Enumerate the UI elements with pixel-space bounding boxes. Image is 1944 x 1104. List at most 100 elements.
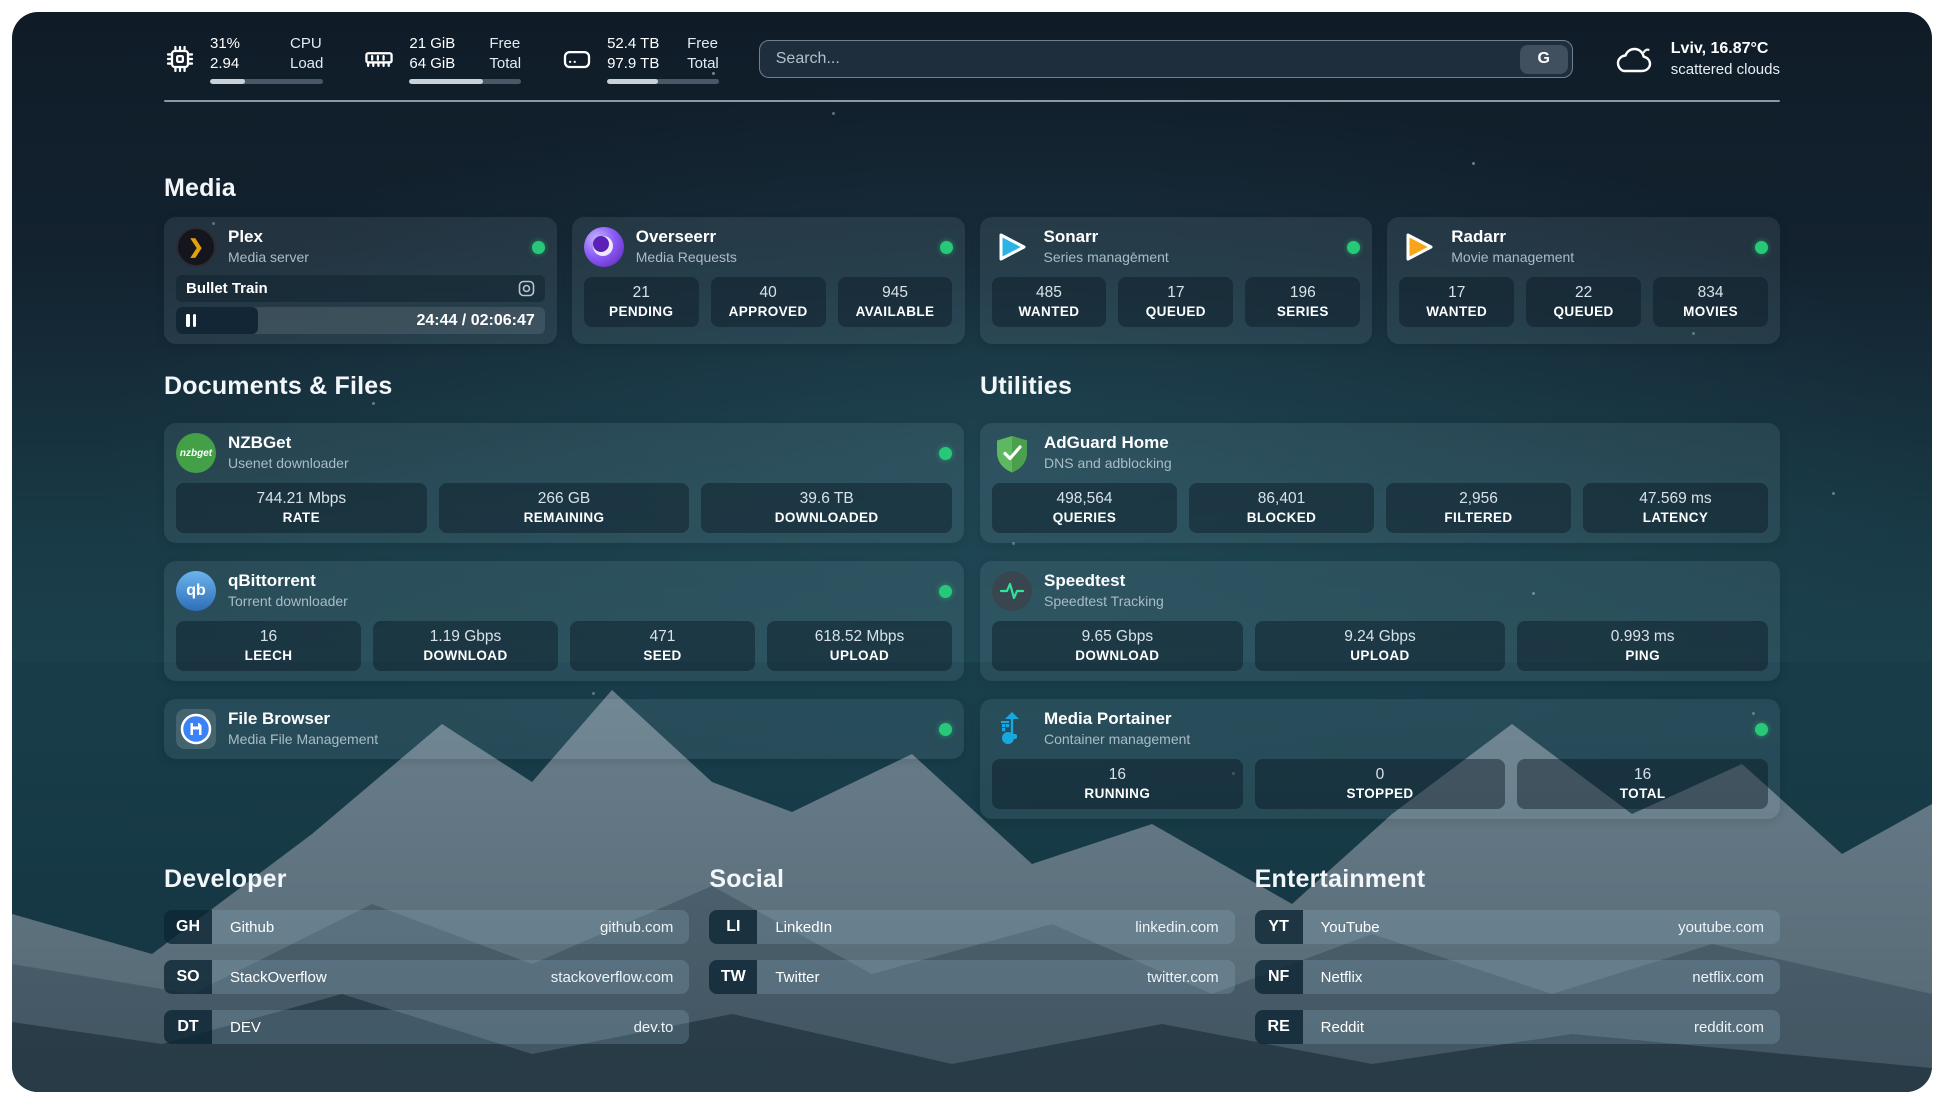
card-overseerr[interactable]: Overseerr Media Requests 21PENDING 40APP… bbox=[572, 217, 965, 344]
card-title: Overseerr bbox=[636, 227, 928, 247]
link-url: dev.to bbox=[634, 1019, 674, 1036]
link-name: Netflix bbox=[1321, 969, 1363, 986]
card-title: Radarr bbox=[1451, 227, 1743, 247]
link-name: StackOverflow bbox=[230, 969, 327, 986]
stat-box: 1.19 GbpsDOWNLOAD bbox=[373, 621, 558, 671]
playback-played-segment bbox=[176, 307, 258, 334]
ram-free-value: 21 GiB bbox=[409, 34, 465, 54]
card-subtitle: Speedtest Tracking bbox=[1044, 591, 1768, 611]
dashboard-window: 31% 2.94 CPU Load bbox=[12, 12, 1932, 1092]
link-abbr: RE bbox=[1255, 1010, 1303, 1044]
link-abbr: YT bbox=[1255, 910, 1303, 944]
link-name: DEV bbox=[230, 1019, 261, 1036]
stat-box: 266 GBREMAINING bbox=[439, 483, 690, 533]
weather-widget: Lviv, 16.87°C scattered clouds bbox=[1613, 38, 1780, 80]
utilities-column: Utilities bbox=[980, 372, 1780, 819]
card-subtitle: Container management bbox=[1044, 729, 1743, 749]
ram-stat: 21 GiB 64 GiB Free Total bbox=[363, 34, 521, 84]
link-reddit[interactable]: RE Redditreddit.com bbox=[1255, 1010, 1780, 1044]
stat-box: 86,401BLOCKED bbox=[1189, 483, 1374, 533]
link-name: Github bbox=[230, 919, 274, 936]
section-heading-media: Media bbox=[164, 174, 1780, 203]
link-stackoverflow[interactable]: SO StackOverflowstackoverflow.com bbox=[164, 960, 689, 994]
card-qbittorrent[interactable]: qb qBittorrent Torrent downloader 16LEEC… bbox=[164, 561, 964, 681]
playback-progress-bar[interactable]: 24:44 / 02:06:47 bbox=[176, 307, 545, 334]
card-radarr[interactable]: Radarr Movie management 17WANTED 22QUEUE… bbox=[1387, 217, 1780, 344]
stat-box: 834MOVIES bbox=[1653, 277, 1768, 327]
link-name: LinkedIn bbox=[775, 919, 832, 936]
card-speedtest[interactable]: Speedtest Speedtest Tracking 9.65 GbpsDO… bbox=[980, 561, 1780, 681]
status-dot bbox=[532, 241, 545, 254]
card-filebrowser[interactable]: File Browser Media File Management bbox=[164, 699, 964, 759]
stat-box: 17QUEUED bbox=[1118, 277, 1233, 327]
qbittorrent-icon: qb bbox=[176, 571, 216, 611]
stat-box: 16TOTAL bbox=[1517, 759, 1768, 809]
ram-progress-bar bbox=[409, 79, 521, 84]
link-youtube[interactable]: YT YouTube youtube.com bbox=[1255, 910, 1780, 944]
stat-box: 196SERIES bbox=[1245, 277, 1360, 327]
link-github[interactable]: GH Githubgithub.com bbox=[164, 910, 689, 944]
card-plex[interactable]: ❯ Plex Media server Bullet Train bbox=[164, 217, 557, 344]
stat-box: 21PENDING bbox=[584, 277, 699, 327]
card-subtitle: Usenet downloader bbox=[228, 453, 927, 473]
card-subtitle: Series management bbox=[1044, 247, 1336, 267]
link-twitter[interactable]: TW Twittertwitter.com bbox=[709, 960, 1234, 994]
link-dev[interactable]: DT DEV dev.to bbox=[164, 1010, 689, 1044]
ram-free-label: Free bbox=[489, 34, 521, 54]
link-linkedin[interactable]: LI LinkedInlinkedin.com bbox=[709, 910, 1234, 944]
card-title: Plex bbox=[228, 227, 520, 247]
status-dot bbox=[939, 447, 952, 460]
card-subtitle: Movie management bbox=[1451, 247, 1743, 267]
links-social: Social LI LinkedInlinkedin.com TW Twitte… bbox=[709, 865, 1234, 1044]
overseerr-icon bbox=[584, 227, 624, 267]
media-card-grid: ❯ Plex Media server Bullet Train bbox=[164, 217, 1780, 344]
stat-box: 22QUEUED bbox=[1526, 277, 1641, 327]
pause-icon[interactable] bbox=[186, 314, 196, 327]
link-url: youtube.com bbox=[1678, 919, 1764, 936]
card-portainer[interactable]: Media Portainer Container management 16R… bbox=[980, 699, 1780, 819]
card-sonarr[interactable]: Sonarr Series management 485WANTED 17QUE… bbox=[980, 217, 1373, 344]
status-dot bbox=[939, 723, 952, 736]
nzbget-icon: nzbget bbox=[176, 433, 216, 473]
section-heading-utilities: Utilities bbox=[980, 372, 1780, 401]
disk-stat: 52.4 TB 97.9 TB Free Total bbox=[561, 34, 719, 84]
cpu-load-label: Load bbox=[290, 54, 323, 74]
link-name: YouTube bbox=[1321, 919, 1380, 936]
card-title: Media Portainer bbox=[1044, 709, 1743, 729]
stat-box: 16LEECH bbox=[176, 621, 361, 671]
stat-box: 744.21 MbpsRATE bbox=[176, 483, 427, 533]
cpu-load-value: 2.94 bbox=[210, 54, 266, 74]
status-dot bbox=[1755, 723, 1768, 736]
search-engine-button[interactable]: G bbox=[1520, 45, 1568, 74]
link-url: reddit.com bbox=[1694, 1019, 1764, 1036]
section-heading-developer: Developer bbox=[164, 865, 689, 894]
status-dot bbox=[1755, 241, 1768, 254]
link-abbr: DT bbox=[164, 1010, 212, 1044]
stat-box: 39.6 TBDOWNLOADED bbox=[701, 483, 952, 533]
card-nzbget[interactable]: nzbget NZBGet Usenet downloader 744.21 M… bbox=[164, 423, 964, 543]
stat-box: 9.65 GbpsDOWNLOAD bbox=[992, 621, 1243, 671]
search-bar[interactable]: G bbox=[759, 40, 1573, 78]
disk-free-value: 52.4 TB bbox=[607, 34, 663, 54]
stat-box: 471SEED bbox=[570, 621, 755, 671]
card-subtitle: Media Requests bbox=[636, 247, 928, 267]
status-dot bbox=[939, 585, 952, 598]
card-adguard[interactable]: AdGuard Home DNS and adblocking 498,564Q… bbox=[980, 423, 1780, 543]
now-playing-title: Bullet Train bbox=[186, 280, 510, 297]
documents-column: Documents & Files nzbget NZBGet Usenet d… bbox=[164, 372, 964, 819]
card-subtitle: Media server bbox=[228, 247, 520, 267]
cloud-icon bbox=[1613, 41, 1657, 77]
record-icon[interactable] bbox=[518, 280, 535, 297]
link-netflix[interactable]: NF Netflixnetflix.com bbox=[1255, 960, 1780, 994]
top-bar: 31% 2.94 CPU Load bbox=[164, 12, 1780, 84]
card-subtitle: DNS and adblocking bbox=[1044, 453, 1768, 473]
stat-box: 0STOPPED bbox=[1255, 759, 1506, 809]
stat-box: 498,564QUERIES bbox=[992, 483, 1177, 533]
link-url: github.com bbox=[600, 919, 673, 936]
weather-location-temp: Lviv, 16.87°C bbox=[1671, 38, 1780, 59]
search-input[interactable] bbox=[760, 50, 1520, 68]
card-title: AdGuard Home bbox=[1044, 433, 1768, 453]
stat-box: 485WANTED bbox=[992, 277, 1107, 327]
stat-box: 16RUNNING bbox=[992, 759, 1243, 809]
disk-free-label: Free bbox=[687, 34, 719, 54]
